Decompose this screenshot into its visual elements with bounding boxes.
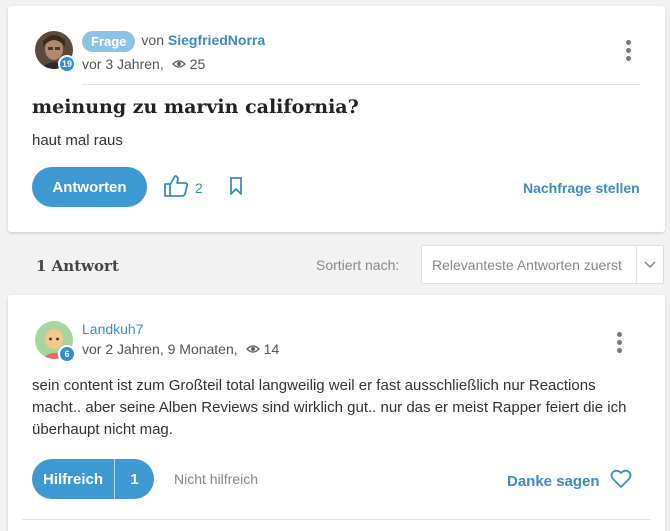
heart-icon: [600, 469, 632, 493]
answer-author-avatar[interactable]: 6: [35, 321, 76, 363]
eye-icon: [245, 341, 260, 357]
sort-label: Sortiert nach:: [316, 257, 400, 273]
chevron-down-icon: [637, 260, 663, 269]
answer-card: 6 Landkuh7 vor 2 Jahren, 9 Monaten, 14 s…: [8, 295, 665, 531]
sort-value: Relevanteste Antworten zuerst: [432, 256, 622, 273]
answer-meta: Landkuh7: [82, 321, 144, 337]
question-author-link[interactable]: SiegfriedNorra: [168, 32, 265, 48]
more-vertical-icon[interactable]: [621, 40, 637, 62]
question-body: haut mal raus: [32, 132, 123, 149]
sort-select[interactable]: Relevanteste Antworten zuerst: [421, 245, 664, 284]
answer-author-rank-badge: 6: [58, 345, 76, 363]
thumbs-up-icon: [163, 174, 189, 201]
like-button[interactable]: 2: [163, 174, 203, 201]
divider: [22, 519, 651, 520]
divider: [82, 84, 640, 85]
question-meta: Frage von SiegfriedNorra: [82, 31, 265, 52]
answer-button[interactable]: Antworten: [32, 167, 147, 207]
question-author-avatar[interactable]: 19: [35, 31, 76, 73]
like-count: 2: [195, 179, 203, 196]
bookmark-icon[interactable]: [229, 176, 243, 201]
answer-author-link[interactable]: Landkuh7: [82, 321, 144, 337]
followup-link[interactable]: Nachfrage stellen: [523, 180, 640, 196]
thanks-button[interactable]: Danke sagen: [507, 469, 632, 493]
vote-separator: [114, 459, 115, 499]
question-views: 25: [189, 56, 206, 72]
answer-body: sein content ist zum Großteil total lang…: [32, 377, 627, 438]
helpful-count[interactable]: 1: [115, 459, 154, 499]
eye-icon: [171, 56, 186, 72]
answer-views: 14: [263, 341, 280, 357]
question-tag[interactable]: Frage: [82, 31, 136, 52]
helpful-button[interactable]: Hilfreich: [32, 459, 114, 499]
question-title: meinung zu marvin california?: [32, 96, 359, 118]
question-sub-meta: vor 3 Jahren, 25: [82, 56, 205, 72]
helpful-vote-group[interactable]: Hilfreich 1: [32, 459, 154, 499]
by-label: von: [141, 32, 164, 49]
answer-sub-meta: vor 2 Jahren, 9 Monaten, 14: [82, 341, 279, 357]
answer-age: vor 2 Jahren, 9 Monaten,: [82, 341, 238, 357]
not-helpful-button[interactable]: Nicht hilfreich: [174, 471, 258, 487]
answers-count: 1 Antwort: [36, 257, 119, 275]
question-card: 19 Frage von SiegfriedNorra vor 3 Jahren,…: [8, 6, 665, 232]
more-vertical-icon[interactable]: [612, 332, 628, 354]
question-age: vor 3 Jahren,: [82, 56, 164, 72]
thanks-label: Danke sagen: [507, 472, 600, 490]
question-author-rank-badge: 19: [58, 55, 76, 73]
